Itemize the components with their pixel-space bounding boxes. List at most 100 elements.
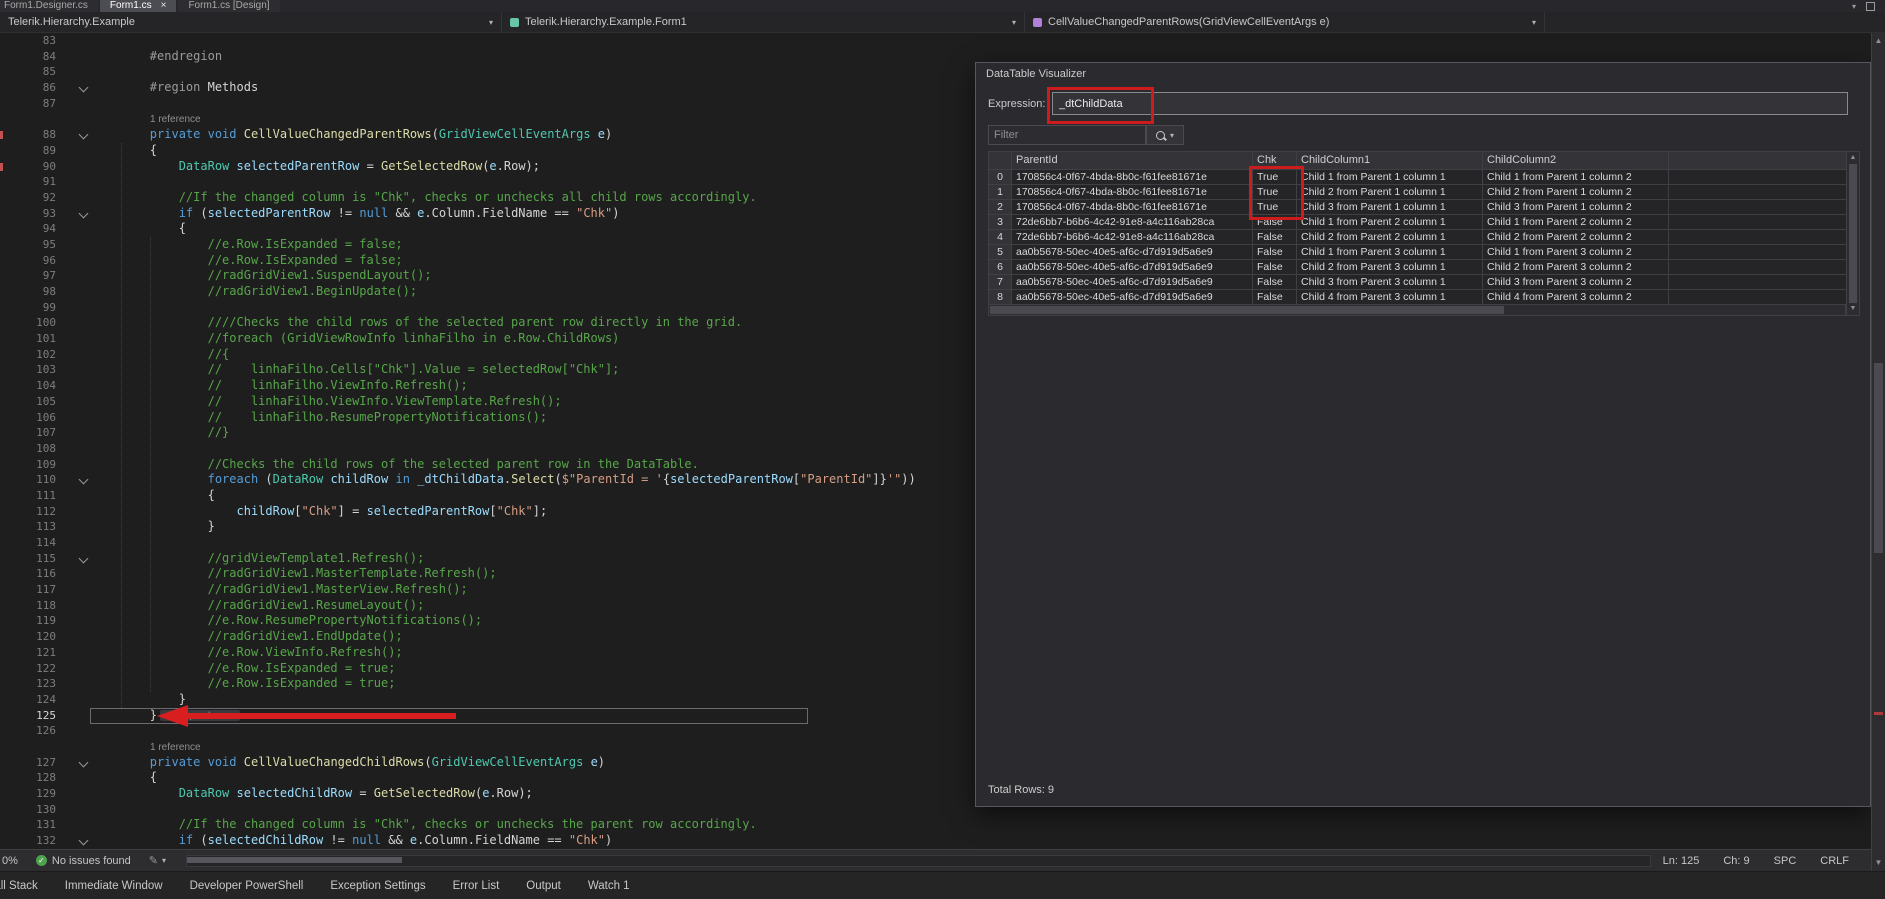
document-health-indicator[interactable]: ✓ No issues found xyxy=(26,855,141,867)
code-text[interactable]: //e.Row.IsExpanded = false; xyxy=(92,237,403,251)
code-text[interactable]: // linhaFilho.ViewInfo.Refresh(); xyxy=(92,378,468,392)
scroll-up-icon[interactable]: ▲ xyxy=(1847,153,1859,163)
scroll-up-icon[interactable]: ▲ xyxy=(1872,35,1885,47)
table-row[interactable]: 2170856c4-0f67-4bda-8b0c-f61fee81671eTru… xyxy=(988,200,1846,215)
tab-form1-designer[interactable]: Form1.Designer.cs xyxy=(0,0,98,12)
code-text[interactable]: //gridViewTemplate1.Refresh(); xyxy=(92,551,424,565)
cell[interactable]: Child 4 from Parent 3 column 2 xyxy=(1483,290,1669,305)
grid-horizontal-scrollbar[interactable] xyxy=(988,304,1846,316)
code-text[interactable]: { xyxy=(92,770,157,784)
project-dropdown[interactable]: Telerik.Hierarchy.Example ▾ xyxy=(0,12,502,32)
cell[interactable]: 170856c4-0f67-4bda-8b0c-f61fee81671e xyxy=(1012,170,1253,185)
fold-chevron-icon[interactable] xyxy=(79,836,89,846)
cell[interactable]: aa0b5678-50ec-40e5-af6c-d7d919d5a6e9 xyxy=(1012,275,1253,290)
fold-chevron-icon[interactable] xyxy=(79,130,89,140)
cell[interactable]: Child 2 from Parent 3 column 2 xyxy=(1483,260,1669,275)
code-text[interactable]: //radGridView1.BeginUpdate(); xyxy=(92,284,417,298)
code-text[interactable]: //Checks the child rows of the selected … xyxy=(92,457,699,471)
tab-form1-design[interactable]: Form1.cs [Design] xyxy=(178,0,279,12)
table-row[interactable]: 1170856c4-0f67-4bda-8b0c-f61fee81671eTru… xyxy=(988,185,1846,200)
panel-tab-error-list[interactable]: Error List xyxy=(453,880,500,892)
code-text[interactable]: //radGridView1.SuspendLayout(); xyxy=(92,268,432,282)
panel-tab-exception-settings[interactable]: Exception Settings xyxy=(330,880,425,892)
table-row[interactable]: 0170856c4-0f67-4bda-8b0c-f61fee81671eTru… xyxy=(988,170,1846,185)
fold-chevron-icon[interactable] xyxy=(79,475,89,485)
zoom-control[interactable]: 0% xyxy=(0,855,26,867)
cell[interactable]: Child 2 from Parent 1 column 1 xyxy=(1297,185,1483,200)
panel-tab-call-stack[interactable]: Call Stack xyxy=(0,880,38,892)
cell[interactable]: Child 1 from Parent 1 column 2 xyxy=(1483,170,1669,185)
window-icon[interactable] xyxy=(1866,2,1875,11)
code-text[interactable]: //e.Row.IsExpanded = true; xyxy=(92,676,395,690)
vertical-scrollbar[interactable]: ▲ ▼ xyxy=(1871,33,1885,871)
panel-tab-output[interactable]: Output xyxy=(526,880,561,892)
code-text[interactable]: { xyxy=(92,221,186,235)
column-header[interactable]: ChildColumn2 xyxy=(1483,152,1669,170)
table-row[interactable]: 472de6bb7-b6b6-4c42-91e8-a4c116ab28caFal… xyxy=(988,230,1846,245)
fold-chevron-icon[interactable] xyxy=(79,208,89,218)
cell[interactable]: 170856c4-0f67-4bda-8b0c-f61fee81671e xyxy=(1012,200,1253,215)
cell[interactable]: Child 4 from Parent 3 column 1 xyxy=(1297,290,1483,305)
grid-vertical-scrollbar[interactable]: ▲ ▼ xyxy=(1846,151,1860,316)
cell[interactable]: 170856c4-0f67-4bda-8b0c-f61fee81671e xyxy=(1012,185,1253,200)
code-line[interactable]: 131 //If the changed column is "Chk", ch… xyxy=(0,817,1871,833)
code-text[interactable]: //e.Row.ViewInfo.Refresh(); xyxy=(92,645,403,659)
cell[interactable]: Child 1 from Parent 2 column 2 xyxy=(1483,215,1669,230)
code-text[interactable]: { xyxy=(92,143,157,157)
search-button[interactable]: ▾ xyxy=(1146,125,1184,145)
scrollbar-thumb[interactable] xyxy=(1849,164,1857,303)
code-text[interactable]: //{ xyxy=(92,347,229,361)
cell[interactable]: False xyxy=(1253,290,1297,305)
cell[interactable]: aa0b5678-50ec-40e5-af6c-d7d919d5a6e9 xyxy=(1012,245,1253,260)
cell[interactable]: Child 1 from Parent 2 column 1 xyxy=(1297,215,1483,230)
cell[interactable]: False xyxy=(1253,275,1297,290)
code-line[interactable]: 83 xyxy=(0,33,1871,49)
column-header[interactable] xyxy=(988,152,1012,170)
code-cleanup-button[interactable]: ✎ ▾ xyxy=(141,854,174,867)
row-index-cell[interactable]: 4 xyxy=(988,230,1012,245)
cell[interactable]: Child 3 from Parent 1 column 2 xyxy=(1483,200,1669,215)
line-indicator[interactable]: Ln: 125 xyxy=(1663,855,1700,867)
panel-tab-developer-powershell[interactable]: Developer PowerShell xyxy=(190,880,304,892)
table-row[interactable]: 8aa0b5678-50ec-40e5-af6c-d7d919d5a6e9Fal… xyxy=(988,290,1846,305)
table-row[interactable]: 7aa0b5678-50ec-40e5-af6c-d7d919d5a6e9Fal… xyxy=(988,275,1846,290)
cell[interactable]: False xyxy=(1253,245,1297,260)
code-text[interactable]: childRow["Chk"] = selectedParentRow["Chk… xyxy=(92,504,547,518)
cell[interactable]: Child 3 from Parent 3 column 1 xyxy=(1297,275,1483,290)
panel-tab-immediate-window[interactable]: Immediate Window xyxy=(65,880,163,892)
code-text[interactable]: //radGridView1.EndUpdate(); xyxy=(92,629,403,643)
row-index-cell[interactable]: 0 xyxy=(988,170,1012,185)
fold-chevron-icon[interactable] xyxy=(79,83,89,93)
row-index-cell[interactable]: 2 xyxy=(988,200,1012,215)
code-text[interactable]: DataRow selectedChildRow = GetSelectedRo… xyxy=(92,786,533,800)
close-icon[interactable]: × xyxy=(161,0,167,12)
codelens-text[interactable]: 1 reference xyxy=(150,742,201,753)
cell[interactable]: 72de6bb7-b6b6-4c42-91e8-a4c116ab28ca xyxy=(1012,230,1253,245)
code-text[interactable]: private void CellValueChangedChildRows(G… xyxy=(92,755,605,769)
row-index-cell[interactable]: 5 xyxy=(988,245,1012,260)
scroll-down-icon[interactable]: ▼ xyxy=(1847,304,1859,314)
column-indicator[interactable]: Ch: 9 xyxy=(1723,855,1749,867)
code-text[interactable]: #endregion xyxy=(92,49,222,63)
row-index-cell[interactable]: 8 xyxy=(988,290,1012,305)
cell[interactable]: Child 1 from Parent 1 column 1 xyxy=(1297,170,1483,185)
code-text[interactable]: #region Methods xyxy=(92,80,258,94)
chevron-down-icon[interactable]: ▾ xyxy=(1852,2,1856,11)
tab-form1[interactable]: Form1.cs × xyxy=(100,0,177,12)
code-text[interactable]: } xyxy=(92,708,157,722)
cell[interactable]: Child 1 from Parent 3 column 1 xyxy=(1297,245,1483,260)
code-text[interactable]: //radGridView1.MasterView.Refresh(); xyxy=(92,582,468,596)
cell[interactable]: Child 2 from Parent 2 column 1 xyxy=(1297,230,1483,245)
code-text[interactable]: //e.Row.ResumePropertyNotifications(); xyxy=(92,613,482,627)
filter-input[interactable] xyxy=(988,125,1146,145)
code-text[interactable]: // linhaFilho.ResumePropertyNotification… xyxy=(92,410,547,424)
code-text[interactable]: // linhaFilho.ViewInfo.ViewTemplate.Refr… xyxy=(92,394,562,408)
code-text[interactable]: foreach (DataRow childRow in _dtChildDat… xyxy=(92,472,916,486)
cell[interactable]: Child 2 from Parent 2 column 2 xyxy=(1483,230,1669,245)
row-index-cell[interactable]: 1 xyxy=(988,185,1012,200)
code-text[interactable]: // linhaFilho.Cells["Chk"].Value = selec… xyxy=(92,362,619,376)
scrollbar-thumb[interactable] xyxy=(990,306,1504,314)
cell[interactable]: aa0b5678-50ec-40e5-af6c-d7d919d5a6e9 xyxy=(1012,260,1253,275)
fold-chevron-icon[interactable] xyxy=(79,757,89,767)
cell[interactable]: Child 2 from Parent 1 column 2 xyxy=(1483,185,1669,200)
